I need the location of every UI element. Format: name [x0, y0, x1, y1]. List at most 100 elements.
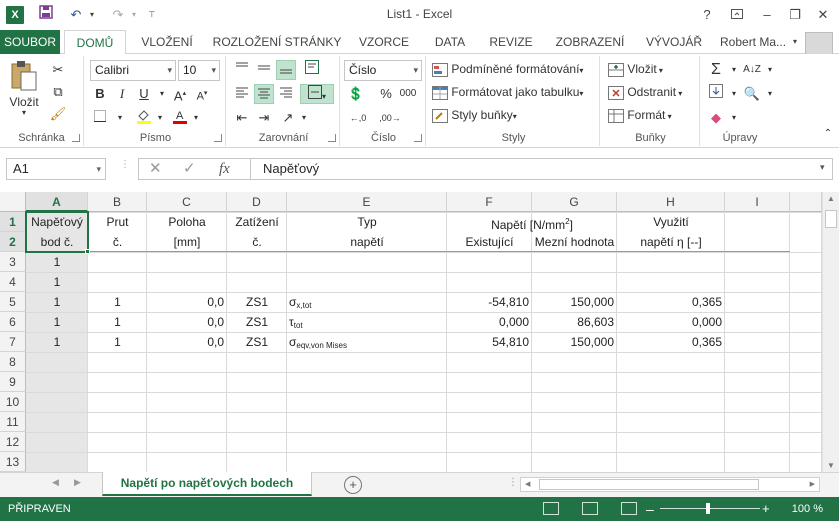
- cell-d7[interactable]: ZS1: [227, 332, 287, 352]
- cell-d6[interactable]: ZS1: [227, 312, 287, 332]
- sort-filter-icon[interactable]: A↓Z: [742, 60, 762, 80]
- fill-color-dropdown-icon[interactable]: ▾: [150, 108, 170, 128]
- orientation-dropdown-icon[interactable]: ▾: [294, 108, 314, 128]
- row-header-11[interactable]: 11: [0, 412, 26, 432]
- conditional-formatting-button[interactable]: Podmíněné formátování▾: [432, 62, 583, 77]
- column-header-c[interactable]: C: [147, 192, 227, 212]
- row-header-1[interactable]: 1: [0, 212, 26, 232]
- paste-button[interactable]: Vložit ▾: [6, 60, 42, 120]
- tab-data[interactable]: DATA: [428, 30, 472, 54]
- row-header-8[interactable]: 8: [0, 352, 26, 372]
- borders-icon[interactable]: [90, 108, 110, 128]
- header-cell-g2[interactable]: Mezní hodnota: [532, 232, 617, 252]
- vertical-scroll-thumb[interactable]: [825, 210, 837, 228]
- row-header-10[interactable]: 10: [0, 392, 26, 412]
- cell-b4[interactable]: [88, 272, 147, 292]
- font-launcher-icon[interactable]: [214, 134, 222, 142]
- cell-g7[interactable]: 150,000: [532, 332, 617, 352]
- zoom-out-icon[interactable]: –: [646, 497, 654, 521]
- format-cells-button[interactable]: Formát ▾: [608, 108, 672, 123]
- help-button[interactable]: ?: [696, 4, 718, 26]
- scroll-left-icon[interactable]: ◀: [525, 480, 530, 488]
- borders-dropdown-icon[interactable]: ▾: [110, 108, 130, 128]
- delete-cells-button[interactable]: Odstranit ▾: [608, 85, 682, 100]
- increase-font-icon[interactable]: A▴: [170, 84, 190, 104]
- tab-file[interactable]: SOUBOR: [0, 30, 60, 54]
- number-format-combo[interactable]: Číslo ▾: [344, 60, 422, 81]
- select-all-corner[interactable]: [0, 192, 26, 212]
- cell-f3[interactable]: [447, 252, 532, 272]
- cell-d3[interactable]: [227, 252, 287, 272]
- header-cell-b2[interactable]: č.: [88, 232, 147, 252]
- header-cell-e1[interactable]: Typ: [287, 212, 447, 232]
- close-icon[interactable]: ✕: [812, 4, 834, 26]
- fill-dropdown-icon[interactable]: ▾: [724, 84, 744, 104]
- header-cell-c1[interactable]: Poloha: [147, 212, 227, 232]
- page-break-view-icon[interactable]: [621, 502, 637, 515]
- format-as-table-button[interactable]: Formátovat jako tabulku▾: [432, 85, 583, 100]
- tab-review[interactable]: REVIZE: [484, 30, 538, 54]
- minimize-icon[interactable]: –: [756, 4, 778, 26]
- italic-button[interactable]: I: [112, 84, 132, 104]
- header-cell-d2[interactable]: č.: [227, 232, 287, 252]
- formula-input[interactable]: Napěťový: [250, 158, 833, 180]
- column-header-empty[interactable]: [790, 192, 822, 212]
- previous-sheet-icon[interactable]: ◀: [52, 477, 59, 488]
- autosum-dropdown-icon[interactable]: ▾: [724, 60, 744, 80]
- cell-a4[interactable]: 1: [26, 272, 88, 292]
- insert-cells-button[interactable]: Vložit ▾: [608, 62, 663, 77]
- font-name-combo[interactable]: Calibri ▾: [90, 60, 176, 81]
- accounting-format-icon[interactable]: 💲: [344, 84, 368, 104]
- font-size-combo[interactable]: 10 ▾: [178, 60, 220, 81]
- cell-e4[interactable]: [287, 272, 447, 292]
- cell-a7[interactable]: 1: [26, 332, 88, 352]
- column-header-e[interactable]: E: [287, 192, 447, 212]
- cell-e6[interactable]: τtot: [287, 312, 447, 332]
- header-cell-f1-merged[interactable]: Napětí [N/mm2]: [447, 212, 617, 232]
- cut-icon[interactable]: ✂: [48, 60, 68, 80]
- cancel-entry-icon[interactable]: ✕: [149, 159, 162, 179]
- tab-home[interactable]: DOMŮ: [64, 30, 126, 55]
- fill-handle[interactable]: [85, 249, 90, 254]
- name-box[interactable]: A1 ▾: [6, 158, 106, 180]
- formula-bar-grip-icon[interactable]: ⋮: [120, 160, 130, 176]
- collapse-ribbon-icon[interactable]: ⌃: [818, 124, 838, 144]
- cell-c5[interactable]: 0,0: [147, 292, 227, 312]
- column-header-a[interactable]: A: [26, 192, 88, 212]
- scroll-right-icon[interactable]: ▶: [810, 480, 815, 488]
- header-cell-f2[interactable]: Existující: [447, 232, 532, 252]
- zoom-slider[interactable]: [660, 508, 760, 509]
- header-cell-d1[interactable]: Zatížení: [227, 212, 287, 232]
- cell-e5[interactable]: σx,tot: [287, 292, 447, 312]
- cell-c4[interactable]: [147, 272, 227, 292]
- wrap-text-icon[interactable]: [302, 60, 322, 80]
- sort-filter-dropdown-icon[interactable]: ▾: [760, 60, 780, 80]
- cell-d4[interactable]: [227, 272, 287, 292]
- row-header-2[interactable]: 2: [0, 232, 26, 252]
- ribbon-display-options-icon[interactable]: [726, 4, 748, 26]
- column-header-d[interactable]: D: [227, 192, 287, 212]
- cell-b7[interactable]: 1: [88, 332, 147, 352]
- cell-g6[interactable]: 86,603: [532, 312, 617, 332]
- increase-decimal-icon[interactable]: ←,0: [344, 108, 372, 128]
- tab-formulas[interactable]: VZORCE: [354, 30, 414, 54]
- header-cell-h1[interactable]: Využití: [617, 212, 725, 232]
- copy-icon[interactable]: ⧉: [48, 82, 68, 102]
- cell-a5[interactable]: 1: [26, 292, 88, 312]
- tab-insert[interactable]: VLOŽENÍ: [134, 30, 200, 54]
- insert-function-icon[interactable]: fx: [219, 159, 230, 179]
- tab-view[interactable]: ZOBRAZENÍ: [550, 30, 630, 54]
- bold-button[interactable]: B: [90, 84, 110, 104]
- add-sheet-icon[interactable]: +: [344, 476, 362, 494]
- clear-icon[interactable]: ◆: [706, 108, 726, 128]
- fill-icon[interactable]: [706, 84, 726, 104]
- avatar[interactable]: [805, 32, 833, 56]
- alignment-launcher-icon[interactable]: [328, 134, 336, 142]
- row-header-4[interactable]: 4: [0, 272, 26, 292]
- column-header-b[interactable]: B: [88, 192, 147, 212]
- cell-g5[interactable]: 150,000: [532, 292, 617, 312]
- zoom-level[interactable]: 100 %: [792, 497, 823, 521]
- align-middle-icon[interactable]: [254, 60, 274, 80]
- cell-h6[interactable]: 0,000: [617, 312, 725, 332]
- row-header-12[interactable]: 12: [0, 432, 26, 452]
